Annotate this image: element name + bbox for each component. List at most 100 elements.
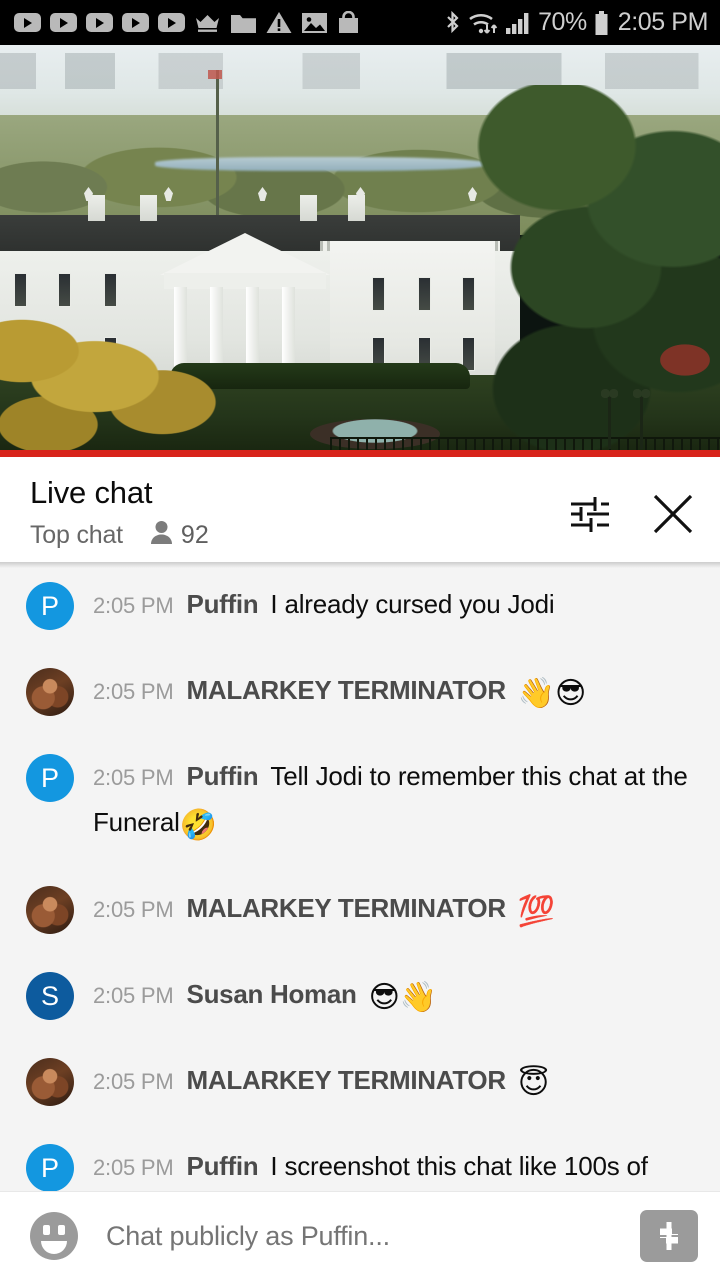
list-item[interactable]: 2:05 PM MALARKEY TERMINATOR 😇	[0, 1038, 720, 1124]
message-emoji: 😎👋	[368, 981, 437, 1014]
message-timestamp: 2:05 PM	[93, 983, 174, 1008]
emoji-smiley-icon[interactable]	[28, 1210, 80, 1262]
message-body: 2:05 PM Puffin I screenshot this chat like…	[74, 1142, 698, 1192]
message-body: 2:05 PM Puffin I already cursed you Jodi	[74, 580, 698, 630]
status-system-icons: 70% 2:05 PM	[444, 8, 708, 37]
message-author[interactable]: Puffin	[187, 1151, 259, 1181]
avatar[interactable]	[26, 668, 74, 716]
tidal-basin-water	[155, 157, 485, 171]
warning-triangle-icon	[266, 11, 292, 34]
tune-settings-icon[interactable]	[568, 494, 610, 534]
status-clock: 2:05 PM	[617, 8, 709, 36]
chat-header-actions	[568, 475, 696, 537]
message-author[interactable]: MALARKEY TERMINATOR	[187, 675, 507, 705]
message-body: 2:05 PM MALARKEY TERMINATOR 😇	[74, 1056, 698, 1106]
message-body: 2:05 PM Puffin Tell Jodi to remember this …	[74, 752, 698, 848]
message-timestamp: 2:05 PM	[93, 897, 174, 922]
window	[372, 277, 385, 311]
foreground-tree-left	[0, 303, 230, 457]
foreground-tree-right	[470, 85, 720, 457]
youtube-play-icon	[14, 13, 41, 32]
chat-header: Live chat Top chat 92	[0, 457, 720, 562]
youtube-play-icon	[158, 13, 185, 32]
list-item[interactable]: S 2:05 PM Susan Homan 😎👋	[0, 952, 720, 1038]
avatar[interactable]: P	[26, 1144, 74, 1192]
list-item[interactable]: P 2:05 PM Puffin Tell Jodi to remember thi…	[0, 734, 720, 866]
folder-icon	[230, 12, 257, 34]
page-title: Live chat	[30, 475, 153, 510]
message-line: 2:05 PM MALARKEY TERMINATOR 👋😎	[93, 675, 586, 710]
message-body: 2:05 PM Susan Homan 😎👋	[74, 970, 698, 1020]
street-lamp	[601, 388, 618, 449]
chat-composer	[0, 1192, 720, 1280]
message-author[interactable]: Susan Homan	[187, 979, 357, 1009]
message-author[interactable]: Puffin	[187, 589, 259, 619]
message-emoji: 💯	[517, 895, 555, 928]
chimney	[140, 195, 157, 221]
flag	[208, 70, 222, 79]
autumn-foliage	[650, 337, 720, 383]
window	[14, 273, 27, 307]
close-icon[interactable]	[650, 491, 696, 537]
message-timestamp: 2:05 PM	[93, 1155, 174, 1180]
street-lamp	[633, 388, 650, 449]
message-line: 2:05 PM MALARKEY TERMINATOR 💯	[93, 893, 555, 928]
message-line: 2:05 PM Puffin I screenshot this chat like…	[93, 1151, 648, 1192]
list-item[interactable]: P 2:05 PM Puffin I already cursed you Jodi	[0, 562, 720, 648]
message-author[interactable]: MALARKEY TERMINATOR	[187, 1065, 507, 1095]
message-emoji: 😇	[517, 1067, 549, 1100]
avatar[interactable]	[26, 886, 74, 934]
list-item[interactable]: 2:05 PM MALARKEY TERMINATOR 💯	[0, 866, 720, 952]
cellular-signal-icon	[505, 11, 531, 35]
list-item[interactable]: 2:05 PM MALARKEY TERMINATOR 👋😎	[0, 648, 720, 734]
avatar[interactable]: S	[26, 972, 74, 1020]
message-emoji: 🤣	[179, 809, 217, 842]
message-author[interactable]: Puffin	[187, 761, 259, 791]
message-author[interactable]: MALARKEY TERMINATOR	[187, 893, 507, 923]
youtube-play-icon	[86, 13, 113, 32]
message-line: 2:05 PM Puffin I already cursed you Jodi	[93, 589, 555, 619]
shopping-bag-icon	[337, 11, 360, 34]
image-icon	[301, 12, 328, 34]
avatar[interactable]	[26, 1058, 74, 1106]
viewer-count: 92	[180, 520, 209, 549]
dollar-superchat-icon[interactable]	[640, 1210, 698, 1262]
status-notification-icons	[14, 11, 444, 34]
bluetooth-icon	[444, 10, 461, 36]
chat-message-list[interactable]: P 2:05 PM Puffin I already cursed you Jodi…	[0, 562, 720, 1192]
youtube-live-chat-screen: 70% 2:05 PM Live chat Top chat 92 P 2:05…	[0, 0, 720, 1280]
person-icon	[150, 520, 173, 550]
video-progress-bar[interactable]	[0, 450, 720, 457]
battery-icon	[594, 10, 609, 36]
status-bar: 70% 2:05 PM	[0, 0, 720, 45]
battery-percent-label: 70%	[538, 8, 587, 36]
message-line: 2:05 PM Puffin Tell Jodi to remember this …	[93, 761, 688, 842]
message-line: 2:05 PM Susan Homan 😎👋	[93, 979, 437, 1014]
wifi-transfer-icon	[468, 10, 498, 36]
window	[418, 277, 431, 311]
youtube-play-icon	[122, 13, 149, 32]
message-timestamp: 2:05 PM	[93, 593, 174, 618]
message-line: 2:05 PM MALARKEY TERMINATOR 😇	[93, 1065, 549, 1100]
window	[58, 273, 71, 307]
youtube-play-icon	[50, 13, 77, 32]
video-player[interactable]	[0, 45, 720, 457]
pediment	[160, 233, 330, 275]
window	[104, 273, 117, 307]
list-item[interactable]: P 2:05 PM Puffin I screenshot this chat li…	[0, 1124, 720, 1192]
portico-entablature	[164, 273, 326, 289]
chat-subheader: Top chat 92	[30, 520, 568, 550]
message-text: I already cursed you Jodi	[270, 589, 555, 619]
avatar[interactable]: P	[26, 582, 74, 630]
avatar[interactable]: P	[26, 754, 74, 802]
message-text: I screenshot this chat like 100s of time…	[270, 1151, 648, 1181]
chat-mode-label[interactable]: Top chat	[30, 521, 123, 550]
message-timestamp: 2:05 PM	[93, 1069, 174, 1094]
message-emoji: 👋😎	[517, 677, 587, 710]
search-input[interactable]	[80, 1220, 640, 1252]
flagpole	[216, 70, 219, 215]
message-timestamp: 2:05 PM	[93, 679, 174, 704]
message-timestamp: 2:05 PM	[93, 765, 174, 790]
crown-icon	[194, 12, 221, 33]
message-body: 2:05 PM MALARKEY TERMINATOR 👋😎	[74, 666, 698, 716]
